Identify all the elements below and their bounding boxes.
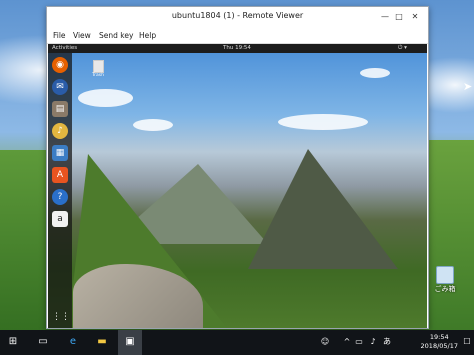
network-icon[interactable]: ▭	[352, 335, 366, 349]
cloud	[133, 119, 173, 131]
maximize-button[interactable]: □	[393, 11, 405, 23]
remote-viewer-icon: ▣	[125, 336, 135, 347]
ime-indicator[interactable]: あ	[380, 335, 394, 349]
gnome-clock[interactable]: Thu 19:54	[223, 45, 251, 51]
cloud	[78, 89, 133, 107]
minimize-icon: —	[381, 12, 389, 21]
ubuntu-software-icon[interactable]: A	[52, 167, 68, 183]
task-view-icon[interactable]: ▭	[36, 335, 50, 349]
clock-date: 2018/05/17	[420, 342, 458, 350]
trash-icon	[92, 60, 104, 73]
thunderbird-icon[interactable]: ✉	[52, 79, 68, 95]
taskbar-clock[interactable]: 19:54 2018/05/17	[421, 333, 458, 351]
help-icon[interactable]: ?	[52, 189, 68, 205]
mountain	[248, 149, 398, 269]
libreoffice-writer-icon[interactable]: ▦	[52, 145, 68, 161]
host-wallpaper-hill	[0, 150, 50, 330]
trash-label: Trash	[92, 73, 104, 78]
maximize-icon: □	[395, 12, 403, 21]
window-title: ubuntu1804 (1) - Remote Viewer	[171, 11, 304, 20]
clock-time: 19:54	[429, 333, 449, 341]
remote-viewer-window: ubuntu1804 (1) - Remote Viewer — □ ✕ Fil…	[46, 6, 429, 329]
file-explorer-icon[interactable]: ▬	[95, 335, 109, 349]
people-icon[interactable]: ☺	[318, 335, 332, 349]
notification-icon[interactable]: ☐	[460, 335, 474, 349]
recycle-bin-label: ごみ箱	[434, 285, 456, 293]
menu-file[interactable]: File	[53, 31, 66, 40]
host-taskbar: ⊞ ▭ e ▬ ▣ ☺ ^ ▭ ♪ あ 19:54 2018/05/17 ☐	[0, 330, 474, 355]
edge-icon[interactable]: e	[66, 335, 80, 349]
taskbar-active-item[interactable]: ▣	[118, 330, 142, 355]
gnome-top-bar: Activities Thu 19:54 ⏻ ▾	[48, 44, 427, 53]
desktop-trash[interactable]: Trash	[90, 60, 106, 78]
guest-screen[interactable]: Activities Thu 19:54 ⏻ ▾ ◉ ✉ ▤ ♪ ▦ A ? a…	[48, 44, 427, 328]
rhythmbox-icon[interactable]: ♪	[52, 123, 68, 139]
mouse-cursor-icon: ➤	[463, 80, 473, 93]
firefox-icon[interactable]: ◉	[52, 57, 68, 73]
windows-start-icon[interactable]: ⊞	[6, 335, 20, 349]
menu-send-key[interactable]: Send key	[99, 31, 133, 40]
files-icon[interactable]: ▤	[52, 101, 68, 117]
recycle-bin-icon	[436, 266, 454, 284]
close-icon: ✕	[411, 12, 419, 21]
show-apps-icon[interactable]: ⋮⋮	[52, 309, 70, 325]
volume-icon[interactable]: ♪	[366, 335, 380, 349]
window-titlebar[interactable]: ubuntu1804 (1) - Remote Viewer — □ ✕	[47, 7, 428, 28]
menu-help[interactable]: Help	[139, 31, 156, 40]
cloud	[360, 68, 390, 78]
cloud	[278, 114, 368, 130]
system-menu-icon[interactable]: ⏻ ▾	[398, 45, 407, 52]
recycle-bin[interactable]: ごみ箱	[430, 266, 460, 294]
minimize-button[interactable]: —	[379, 11, 391, 23]
close-button[interactable]: ✕	[409, 11, 421, 23]
activities-button[interactable]: Activities	[52, 45, 77, 51]
amazon-icon[interactable]: a	[52, 211, 68, 227]
ubuntu-dock: ◉ ✉ ▤ ♪ ▦ A ? a ⋮⋮	[48, 53, 72, 328]
menu-bar: File View Send key Help	[47, 28, 428, 44]
menu-view[interactable]: View	[73, 31, 91, 40]
